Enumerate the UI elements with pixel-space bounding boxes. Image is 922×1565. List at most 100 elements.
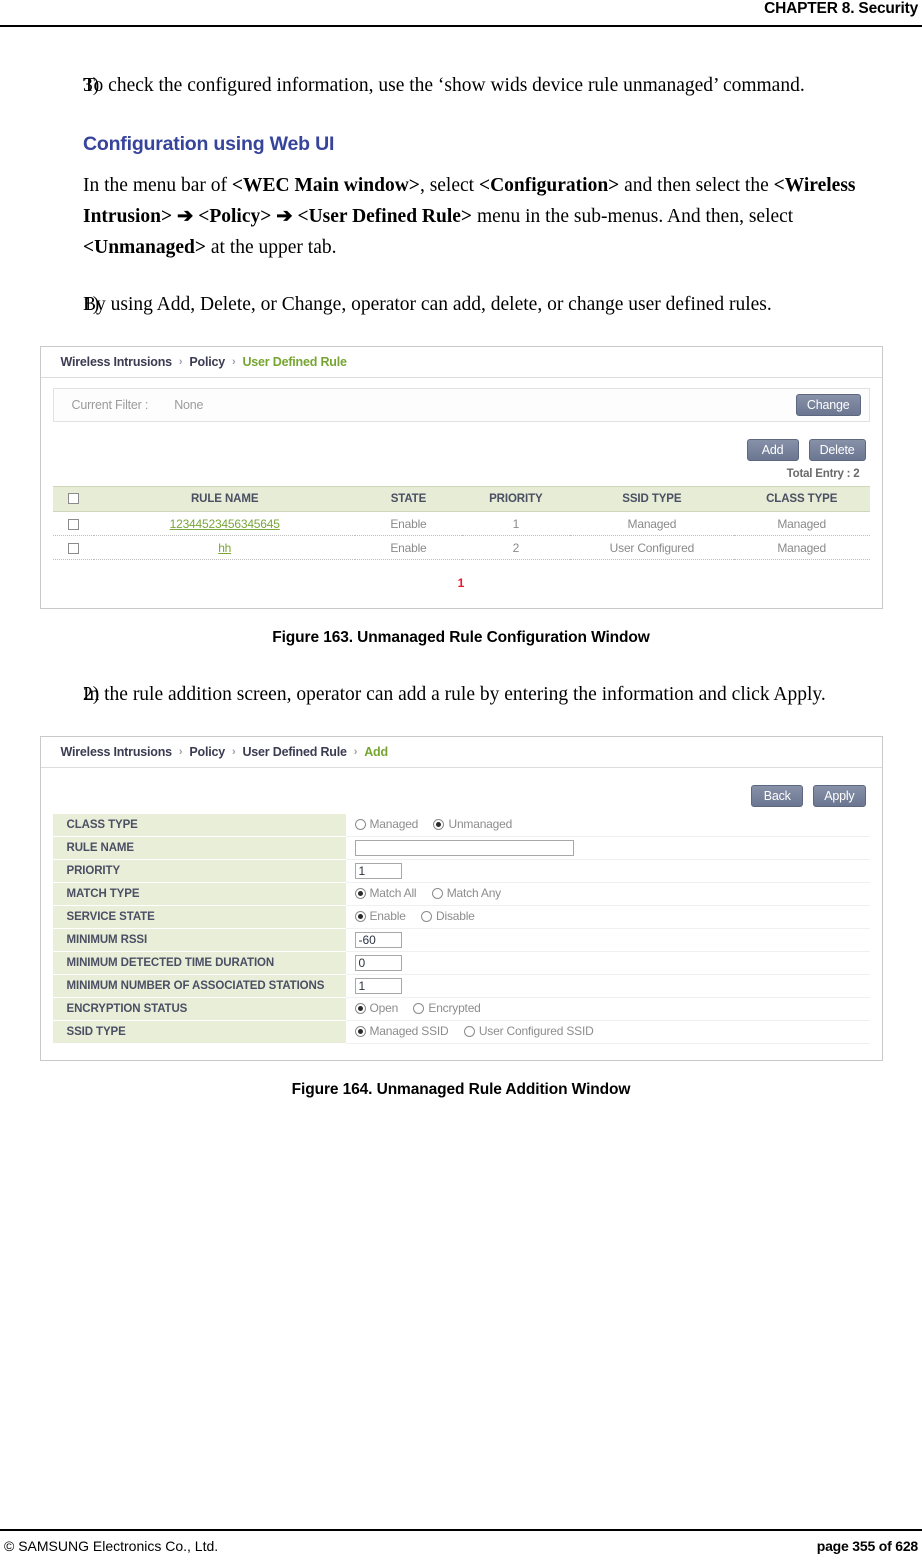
value-minimum-stations [345, 974, 870, 998]
row-2-rule-name-link[interactable]: hh [218, 541, 231, 555]
radio-ssid-user-configured[interactable]: User Configured SSID [463, 1024, 594, 1038]
radio-class-type-unmanaged[interactable]: Unmanaged [433, 817, 512, 831]
value-class-type: Managed Unmanaged [345, 814, 870, 837]
add-button[interactable]: Add [746, 439, 799, 461]
total-entry-label: Total Entry : 2 [786, 468, 860, 480]
breadcrumb-164-separator-2: › [232, 746, 236, 758]
change-button[interactable]: Change [795, 394, 861, 416]
row-2-ssid-type: User Configured [569, 535, 734, 560]
radio-class-type-managed-icon [354, 818, 366, 830]
radio-service-disable[interactable]: Disable [421, 909, 475, 923]
radio-encryption-open-icon [354, 1002, 366, 1014]
intro-bold-4: <Policy> [198, 206, 272, 227]
select-all-checkbox[interactable] [67, 493, 79, 505]
breadcrumb-164-item-1[interactable]: Wireless Intrusions [61, 745, 173, 759]
intro-part-3: and then select the [619, 175, 774, 196]
row-2-state: Enable [355, 535, 462, 560]
breadcrumb-164: Wireless Intrusions › Policy › User Defi… [40, 737, 882, 768]
breadcrumb-163-separator-1: › [178, 356, 183, 368]
radio-ssid-managed-label: Managed SSID [369, 1024, 449, 1039]
column-header-priority: PRIORITY [461, 486, 570, 512]
radio-ssid-managed-icon [354, 1025, 366, 1037]
row-2-checkbox[interactable] [67, 542, 79, 554]
value-priority [345, 859, 870, 883]
pagination-page-1[interactable]: 1 [458, 576, 465, 590]
priority-input[interactable] [354, 863, 402, 879]
form-row-encryption-status: ENCRYPTION STATUS Open Encrypted [52, 997, 870, 1021]
label-encryption-status: ENCRYPTION STATUS [52, 997, 346, 1021]
minimum-stations-input[interactable] [354, 978, 402, 994]
select-all-header [52, 486, 95, 512]
minimum-rssi-input[interactable] [354, 932, 402, 948]
value-minimum-rssi [345, 928, 870, 952]
breadcrumb-164-item-4[interactable]: Add [364, 745, 388, 759]
radio-match-all-icon [354, 887, 366, 899]
radio-encryption-open-label: Open [369, 1001, 399, 1016]
header-divider [0, 25, 922, 27]
list-item-1: 1) By using Add, Delete, or Change, oper… [8, 289, 914, 320]
value-ssid-type: Managed SSID User Configured SSID [345, 1020, 870, 1044]
list-item-2-text: In the rule addition screen, operator ca… [83, 684, 826, 705]
section-title-configuration-using-web-ui: Configuration using Web UI [83, 133, 335, 155]
breadcrumb-164-separator-3: › [353, 746, 358, 758]
breadcrumb-163: Wireless Intrusions › Policy › User Defi… [40, 347, 882, 378]
current-filter-value: None [174, 398, 204, 412]
figure-164-caption: Figure 164. Unmanaged Rule Addition Wind… [291, 1081, 631, 1098]
breadcrumb-163-item-3[interactable]: User Defined Rule [242, 355, 346, 369]
list-item-3-text: To check the configured information, use… [83, 75, 805, 96]
radio-class-type-managed[interactable]: Managed [354, 817, 418, 831]
row-1-state: Enable [355, 511, 462, 536]
radio-encryption-encrypted[interactable]: Encrypted [413, 1001, 481, 1015]
radio-encryption-open[interactable]: Open [354, 1001, 399, 1016]
list-item-1-number: 1) [83, 294, 100, 315]
row-1-checkbox-cell [52, 511, 95, 536]
delete-button[interactable]: Delete [808, 439, 866, 461]
row-1-ssid-type: Managed [569, 511, 734, 536]
current-filter-label: Current Filter : [71, 398, 149, 412]
radio-service-enable-icon [354, 910, 366, 922]
back-button[interactable]: Back [751, 785, 804, 807]
label-ssid-type: SSID TYPE [52, 1020, 346, 1044]
breadcrumb-163-item-1[interactable]: Wireless Intrusions [61, 355, 173, 369]
row-1-priority: 1 [461, 511, 570, 536]
form-row-match-type: MATCH TYPE Match All Match Any [52, 882, 870, 906]
page-running-footer: © SAMSUNG Electronics Co., Ltd. page 355… [0, 1533, 922, 1559]
intro-arrow-2: ➔ [271, 206, 298, 227]
rule-addition-form: CLASS TYPE Managed Unmanaged RULE NAME P… [52, 814, 870, 1044]
row-1-rule-name-cell: 12344523456345645 [94, 511, 356, 536]
label-rule-name: RULE NAME [52, 836, 346, 860]
radio-match-all[interactable]: Match All [354, 886, 417, 901]
intro-bold-2: <Configuration> [478, 175, 620, 196]
radio-class-type-unmanaged-icon [433, 818, 445, 830]
value-service-state: Enable Disable [345, 905, 870, 929]
form-row-minimum-stations: MINIMUM NUMBER OF ASSOCIATED STATIONS [52, 974, 870, 998]
radio-service-disable-icon [421, 910, 433, 922]
radio-ssid-managed[interactable]: Managed SSID [354, 1024, 449, 1039]
radio-match-all-label: Match All [369, 886, 417, 901]
radio-service-disable-label: Disable [436, 909, 475, 924]
intro-part-5: at the upper tab. [206, 237, 337, 258]
form-row-priority: PRIORITY [52, 859, 870, 883]
form-row-service-state: SERVICE STATE Enable Disable [52, 905, 870, 929]
label-match-type: MATCH TYPE [52, 882, 346, 906]
page-number: page 355 of 628 [816, 1538, 918, 1554]
rule-name-input[interactable] [354, 840, 574, 856]
value-rule-name [345, 836, 870, 860]
figure-163-screenshot: Wireless Intrusions › Policy › User Defi… [39, 346, 883, 609]
apply-button[interactable]: Apply [813, 785, 866, 807]
breadcrumb-164-item-2[interactable]: Policy [189, 745, 225, 759]
label-class-type: CLASS TYPE [52, 814, 346, 837]
row-1-rule-name-link[interactable]: 12344523456345645 [170, 517, 280, 531]
row-2-priority: 2 [461, 535, 570, 560]
radio-match-any-label: Match Any [446, 886, 501, 901]
breadcrumb-164-item-3[interactable]: User Defined Rule [242, 745, 346, 759]
radio-service-enable[interactable]: Enable [354, 909, 406, 924]
row-1-checkbox[interactable] [67, 518, 79, 530]
radio-service-enable-label: Enable [369, 909, 406, 924]
value-minimum-detected-time [345, 951, 870, 975]
minimum-detected-time-input[interactable] [354, 955, 402, 971]
radio-match-any[interactable]: Match Any [431, 886, 501, 901]
row-2-rule-name-cell: hh [94, 535, 356, 560]
page-content: 3) To check the configured information, … [0, 30, 922, 1099]
breadcrumb-163-item-2[interactable]: Policy [189, 355, 225, 369]
